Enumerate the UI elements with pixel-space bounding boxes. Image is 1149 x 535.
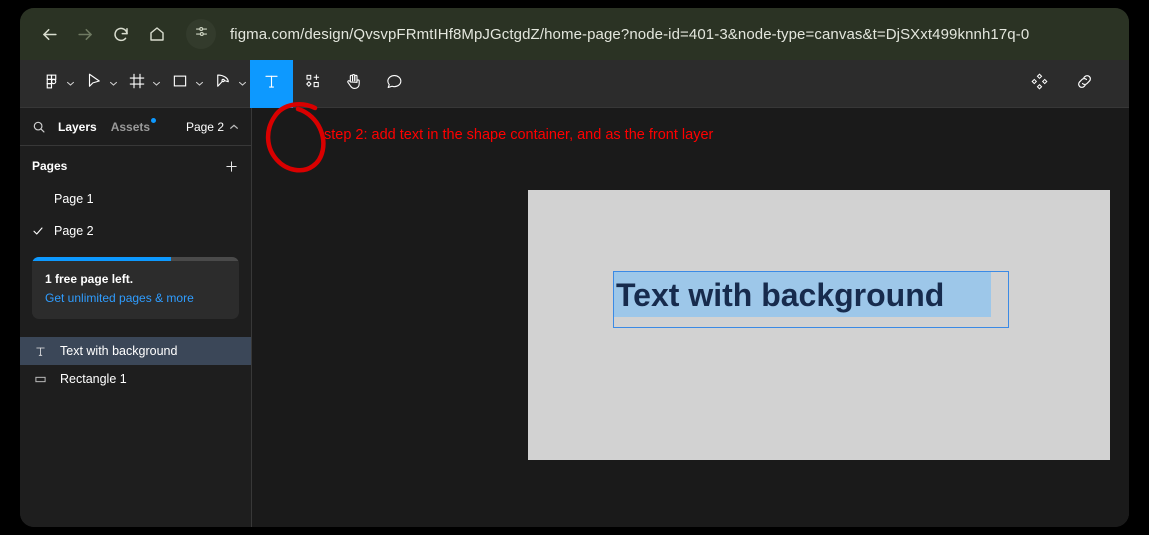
- plugins-diamond-icon: [1030, 72, 1049, 96]
- browser-window: figma.com/design/QvsvpFRmtIHf8MpJGctgdZ/…: [20, 8, 1129, 527]
- promo-upgrade-link[interactable]: Get unlimited pages & more: [45, 291, 226, 305]
- layer-label: Text with background: [60, 344, 178, 358]
- tool-move[interactable]: [78, 60, 105, 108]
- tool-figma-menu[interactable]: [36, 60, 62, 108]
- back-button[interactable]: [34, 19, 64, 49]
- reload-button[interactable]: [106, 19, 136, 49]
- text-t-icon: [34, 345, 60, 358]
- tool-plugins[interactable]: [1017, 60, 1062, 108]
- tool-actions[interactable]: [293, 60, 333, 108]
- promo-message: 1 free page left.: [45, 272, 134, 286]
- actions-sparkle-icon: [304, 72, 322, 95]
- sidebar: Layers Assets Page 2 Pages Page 1 Page 2…: [20, 108, 252, 527]
- rectangle-icon: [171, 72, 189, 95]
- plus-icon[interactable]: [224, 159, 239, 174]
- comment-bubble-icon: [385, 72, 404, 96]
- chevron-down-icon-move[interactable]: [105, 60, 121, 108]
- canvas-text-value[interactable]: Text with background: [616, 274, 944, 316]
- rectangle-icon: [34, 373, 60, 386]
- text-t-icon: [262, 72, 281, 96]
- canvas-annotation-note: step 2: add text in the shape container,…: [324, 127, 714, 143]
- tool-pen[interactable]: [207, 60, 234, 108]
- tool-frame[interactable]: [121, 60, 148, 108]
- arrow-right-icon: [76, 25, 95, 44]
- promo-card-body: 1 free page left. Get unlimited pages & …: [32, 261, 239, 319]
- canvas-text-selection-frame[interactable]: Text with background: [613, 271, 1009, 328]
- chevron-up-icon: [229, 122, 239, 132]
- layer-row-text-with-background[interactable]: Text with background: [20, 337, 251, 365]
- layer-row-rectangle-1[interactable]: Rectangle 1: [20, 365, 251, 393]
- chevron-down-icon-shape[interactable]: [191, 60, 207, 108]
- figma-logo-icon: [43, 73, 60, 95]
- tool-shape[interactable]: [164, 60, 191, 108]
- assets-badge-dot: [151, 117, 157, 123]
- page-selector[interactable]: Page 2: [186, 120, 239, 134]
- pages-title: Pages: [32, 159, 68, 173]
- link-chain-icon: [1075, 72, 1094, 96]
- page-item-page-2[interactable]: Page 2: [20, 215, 251, 247]
- page-item-label: Page 2: [54, 224, 94, 238]
- toolbar-right-group: [1017, 60, 1129, 108]
- figma-body: Layers Assets Page 2 Pages Page 1 Page 2…: [20, 108, 1129, 527]
- page-item-page-1[interactable]: Page 1: [20, 183, 251, 215]
- design-canvas[interactable]: step 2: add text in the shape container,…: [252, 108, 1129, 527]
- tune-sliders-icon: [194, 24, 209, 44]
- figma-app: Layers Assets Page 2 Pages Page 1 Page 2…: [20, 59, 1129, 527]
- pages-section-header: Pages: [20, 149, 251, 183]
- layer-label: Rectangle 1: [60, 372, 127, 386]
- page-item-label: Page 1: [54, 192, 94, 206]
- home-button[interactable]: [142, 19, 172, 49]
- hand-icon: [344, 72, 363, 96]
- sidebar-tabs: Layers Assets Page 2: [20, 108, 251, 146]
- frame-grid-icon: [128, 72, 146, 95]
- url-text[interactable]: figma.com/design/QvsvpFRmtIHf8MpJGctgdZ/…: [230, 26, 1029, 43]
- home-icon: [148, 25, 166, 43]
- tool-text[interactable]: [250, 59, 293, 108]
- layer-list: Text with background Rectangle 1: [20, 337, 251, 393]
- browser-toolbar: figma.com/design/QvsvpFRmtIHf8MpJGctgdZ/…: [20, 8, 1129, 60]
- page-selector-label: Page 2: [185, 119, 224, 134]
- tab-assets-label: Assets: [110, 119, 151, 134]
- tab-assets[interactable]: Assets: [110, 117, 157, 134]
- figma-toolbar: [20, 59, 1129, 173]
- promo-card: 1 free page left. Get unlimited pages & …: [32, 257, 239, 319]
- reload-icon: [112, 25, 130, 43]
- forward-button[interactable]: [70, 19, 100, 49]
- tool-comment[interactable]: [374, 60, 415, 108]
- tool-hand[interactable]: [333, 60, 374, 108]
- check-icon-page-2: [32, 225, 54, 237]
- address-bar[interactable]: figma.com/design/QvsvpFRmtIHf8MpJGctgdZ/…: [184, 17, 1115, 51]
- chevron-down-icon-frame[interactable]: [148, 60, 164, 108]
- arrow-left-icon: [40, 25, 59, 44]
- chevron-down-icon-pen[interactable]: [234, 60, 250, 108]
- site-settings-button[interactable]: [186, 19, 216, 49]
- tab-layers[interactable]: Layers: [58, 120, 97, 134]
- search-icon[interactable]: [32, 120, 46, 134]
- cursor-arrow-icon: [85, 72, 103, 95]
- tool-share-link[interactable]: [1062, 60, 1107, 108]
- pen-icon: [214, 72, 232, 95]
- chevron-down-icon-figma-menu[interactable]: [62, 60, 78, 108]
